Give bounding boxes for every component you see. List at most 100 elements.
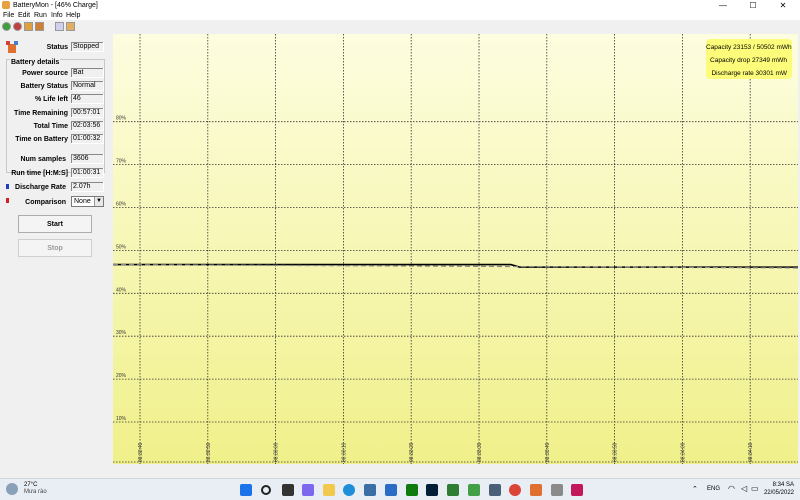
- x-tick-label: 08:34:09: [680, 442, 686, 462]
- y-tick-label: 20%: [116, 373, 127, 379]
- left-panel: Status Stopped Battery details Power sou…: [0, 34, 112, 478]
- comparison-marker: [6, 198, 9, 203]
- battery-status-value: Normal: [71, 81, 104, 91]
- app-icon-settings[interactable]: [551, 484, 563, 496]
- clock-time[interactable]: 8:34 SA: [764, 481, 794, 489]
- window-title: BatteryMon - [46% Charge]: [13, 2, 98, 9]
- stop-button[interactable]: Stop: [18, 239, 92, 257]
- y-tick-label: 70%: [116, 159, 127, 165]
- help-icon[interactable]: [66, 22, 75, 31]
- menu-bar: File Edit Run Info Help: [0, 11, 800, 20]
- minimize-button[interactable]: —: [708, 0, 738, 11]
- y-tick-label: 50%: [116, 244, 127, 250]
- play-icon[interactable]: [2, 22, 11, 31]
- search-icon[interactable]: [261, 485, 271, 495]
- close-button[interactable]: ✕: [768, 0, 798, 11]
- mail-icon[interactable]: [385, 484, 397, 496]
- run-time-label: Run time [H:M:S]: [11, 170, 68, 177]
- record-icon[interactable]: [13, 22, 22, 31]
- maximize-button[interactable]: ☐: [738, 0, 768, 11]
- y-tick-label: 30%: [116, 330, 127, 336]
- y-tick-label: 40%: [116, 287, 127, 293]
- task-view-icon[interactable]: [282, 484, 294, 496]
- battery-icon[interactable]: [24, 22, 33, 31]
- clock-date[interactable]: 22/05/2022: [760, 489, 794, 497]
- x-tick-label: 08:33:19: [341, 442, 347, 462]
- taskbar: 27°C Mưa rào ⌃ ENG ◠ ◁ ▭ 8:34 SA 22/05/2…: [0, 478, 800, 500]
- time-remaining-value: 00:57:01: [71, 108, 104, 118]
- battery-status-label: Battery Status: [20, 83, 68, 90]
- time-on-battery-value: 01:00:32: [71, 134, 104, 144]
- total-time-value: 02:03:56: [71, 121, 104, 131]
- weather-desc: Mưa rào: [24, 489, 47, 495]
- volume-icon[interactable]: ◁: [741, 484, 747, 493]
- chevron-up-icon[interactable]: ⌃: [692, 485, 698, 493]
- chart-info-box: Capacity 23153 / 50502 mWh Capacity drop…: [706, 39, 792, 79]
- menu-edit[interactable]: Edit: [18, 11, 30, 20]
- x-tick-label: 08:33:29: [409, 442, 415, 462]
- discharge-rate-text: Discharge rate 30301 mW: [711, 70, 787, 77]
- battery-chart: 80% 70% 60% 50% 40% 30% 20% 10% 08:32:49 08:32:5…: [113, 34, 798, 464]
- capacity-drop-text: Capacity drop 27349 mWh: [710, 57, 787, 64]
- batterymon-taskbar-icon[interactable]: [530, 484, 542, 496]
- x-tick-label: 08:33:09: [274, 442, 280, 462]
- num-samples-label: Num samples: [20, 156, 66, 163]
- life-left-value: 46: [71, 94, 104, 104]
- power-source-label: Power source: [22, 70, 68, 77]
- y-tick-label: 10%: [116, 416, 127, 422]
- num-samples-value: 3606: [71, 154, 104, 164]
- battery-details-title: Battery details: [10, 59, 61, 67]
- battery-charge-icon[interactable]: [35, 22, 44, 31]
- chat-icon[interactable]: [302, 484, 314, 496]
- info-icon[interactable]: [55, 22, 64, 31]
- comparison-select[interactable]: None ▼: [71, 196, 104, 207]
- toolbar: [0, 20, 800, 34]
- app-icon-pink[interactable]: [571, 484, 583, 496]
- menu-info[interactable]: Info: [51, 11, 63, 20]
- app-icon-green[interactable]: [447, 484, 459, 496]
- time-remaining-label: Time Remaining: [14, 110, 68, 117]
- y-tick-label: 80%: [116, 116, 127, 122]
- file-explorer-icon[interactable]: [323, 484, 335, 496]
- start-menu-icon[interactable]: [240, 484, 252, 496]
- chrome-icon[interactable]: [509, 484, 521, 496]
- x-tick-label: 08:32:59: [206, 442, 212, 462]
- discharge-rate-value: 2.07h: [71, 182, 104, 192]
- store-icon[interactable]: [364, 484, 376, 496]
- app-icon-gray[interactable]: [489, 484, 501, 496]
- comparison-label: Comparison: [25, 199, 66, 206]
- capacity-text: Capacity 23153 / 50502 mWh: [706, 44, 792, 51]
- power-source-value: Bat: [71, 68, 104, 78]
- batterymon-window: BatteryMon - [46% Charge] — ☐ ✕ File Edi…: [0, 0, 800, 478]
- chart-background: [113, 34, 798, 464]
- y-tick-label: 60%: [116, 202, 127, 208]
- comparison-select-value: None: [74, 198, 91, 205]
- x-tick-label: 08:32:49: [138, 442, 144, 462]
- wifi-icon[interactable]: ◠: [728, 484, 735, 493]
- menu-help[interactable]: Help: [66, 11, 80, 20]
- photoshop-icon[interactable]: [426, 484, 438, 496]
- time-on-battery-label: Time on Battery: [15, 136, 68, 143]
- battery-tray-icon[interactable]: ▭: [751, 484, 759, 493]
- edge-icon[interactable]: [343, 484, 355, 496]
- status-label: Status: [46, 44, 68, 51]
- discharge-rate-label: Discharge Rate: [15, 184, 66, 191]
- run-time-value: 01:00:31: [71, 168, 104, 178]
- menu-run[interactable]: Run: [34, 11, 47, 20]
- chevron-down-icon[interactable]: ▼: [94, 197, 103, 206]
- life-left-label: % Life left: [34, 96, 68, 103]
- app-icon-green-2[interactable]: [468, 484, 480, 496]
- battery-logo-icon: [6, 41, 18, 53]
- x-tick-label: 08:33:49: [545, 442, 551, 462]
- x-tick-label: 08:33:39: [477, 442, 483, 462]
- title-bar: BatteryMon - [46% Charge] — ☐ ✕: [0, 0, 800, 11]
- discharge-rate-marker: [6, 184, 9, 189]
- language-indicator[interactable]: ENG: [707, 485, 720, 493]
- total-time-label: Total Time: [33, 123, 68, 130]
- xbox-icon[interactable]: [406, 484, 418, 496]
- start-button[interactable]: Start: [18, 215, 92, 233]
- x-tick-label: 08:33:59: [613, 442, 619, 462]
- status-value: Stopped: [71, 42, 104, 52]
- weather-icon[interactable]: [6, 483, 18, 495]
- menu-file[interactable]: File: [3, 11, 14, 20]
